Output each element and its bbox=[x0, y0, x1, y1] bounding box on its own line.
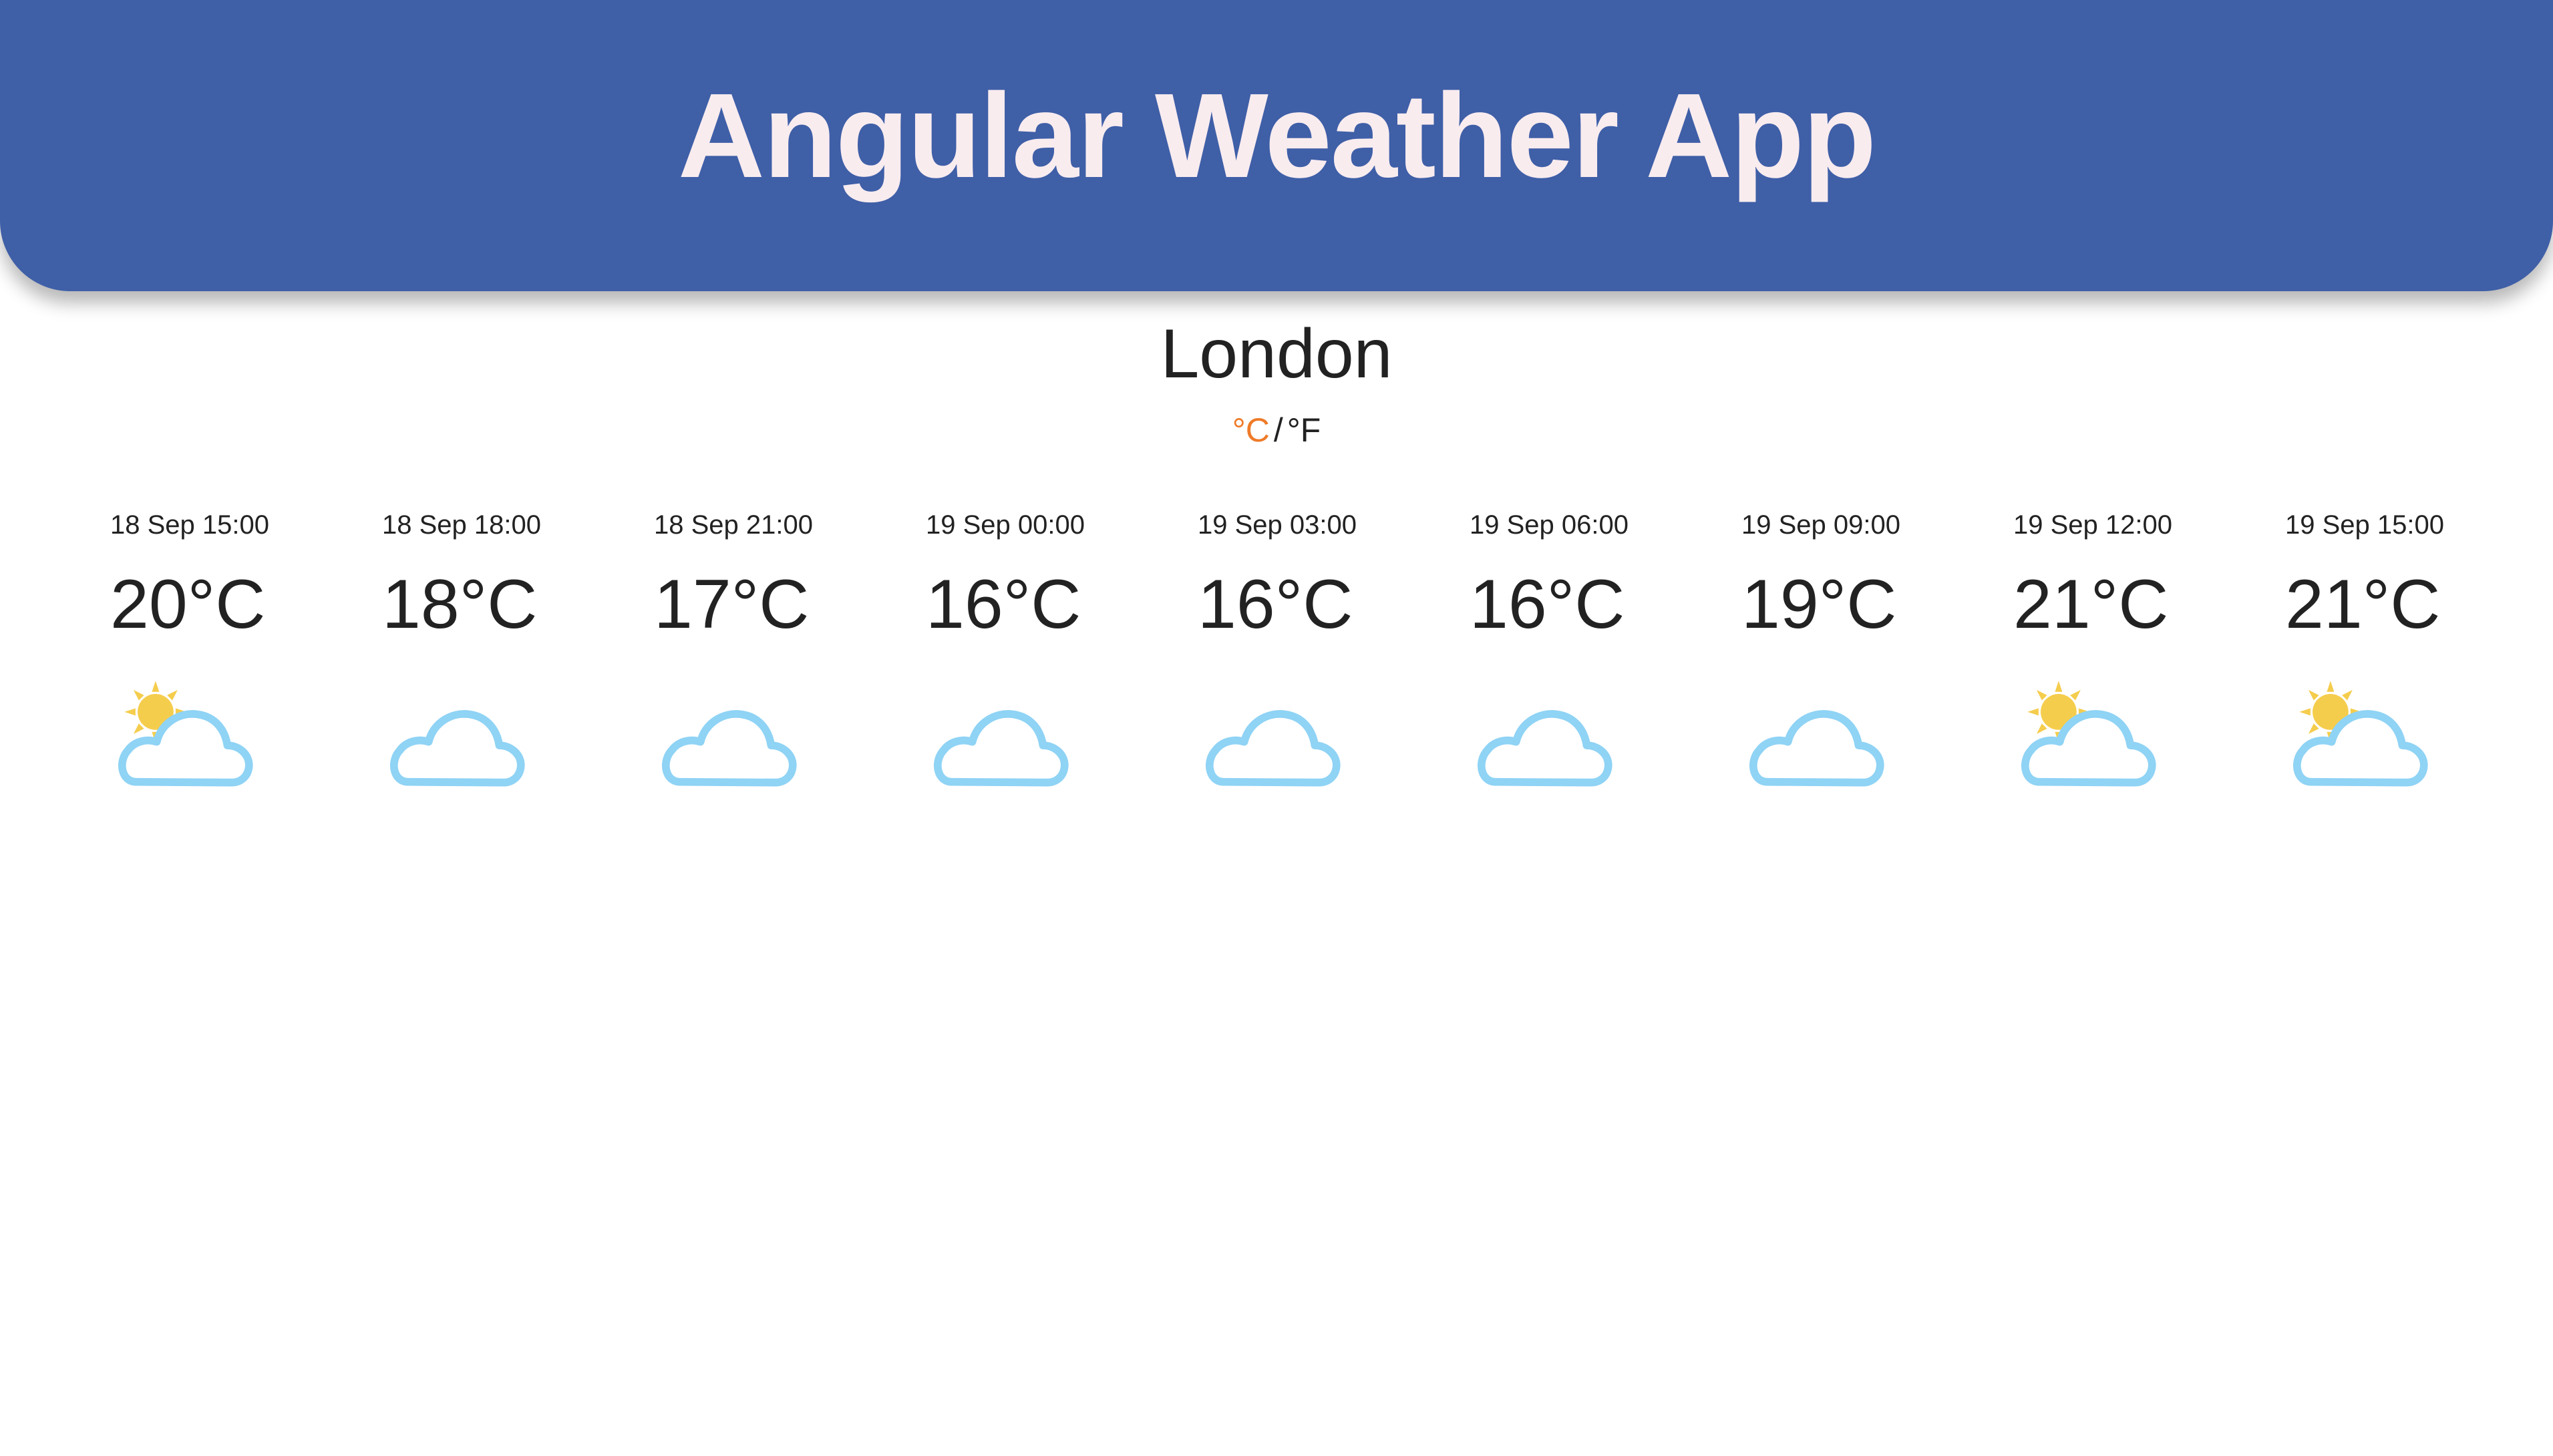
cloud-icon bbox=[929, 671, 1069, 815]
forecast-temperature: 21°C bbox=[2013, 566, 2169, 643]
forecast-temperature: 18°C bbox=[382, 566, 538, 643]
celsius-toggle[interactable]: °C bbox=[1232, 411, 1270, 449]
app-title: Angular Weather App bbox=[677, 68, 1876, 203]
partly-cloudy-icon bbox=[114, 671, 254, 815]
fahrenheit-toggle[interactable]: °F bbox=[1287, 411, 1321, 449]
weather-app: Angular Weather App London °C / °F 18 Sep … bbox=[0, 0, 2553, 1456]
partly-cloudy-icon bbox=[2017, 671, 2157, 815]
cloud-icon bbox=[657, 671, 798, 815]
unit-toggle: °C / °F bbox=[0, 409, 2553, 451]
forecast-item: 18 Sep 21:00 17°C bbox=[654, 508, 854, 822]
forecast-item: 19 Sep 00:00 16°C bbox=[926, 508, 1126, 822]
forecast-time: 19 Sep 00:00 bbox=[926, 510, 1085, 540]
forecast-temperature: 20°C bbox=[110, 566, 266, 643]
forecast-temperature: 19°C bbox=[1741, 566, 1897, 643]
cloud-icon bbox=[1201, 671, 1341, 815]
forecast-time: 19 Sep 12:00 bbox=[2013, 510, 2172, 540]
forecast-time: 19 Sep 09:00 bbox=[1741, 510, 1900, 540]
unit-separator: / bbox=[1273, 411, 1283, 449]
cloud-icon bbox=[1473, 671, 1613, 815]
forecast-time: 19 Sep 06:00 bbox=[1470, 510, 1629, 540]
forecast-item: 18 Sep 15:00 20°C bbox=[110, 508, 311, 822]
partly-cloudy-icon bbox=[2288, 671, 2429, 815]
cloud-icon bbox=[1745, 671, 1885, 815]
forecast-item: 19 Sep 12:00 21°C bbox=[2013, 508, 2214, 822]
forecast-item: 19 Sep 06:00 16°C bbox=[1470, 508, 1670, 822]
cloud-icon bbox=[385, 671, 526, 815]
forecast-item: 19 Sep 15:00 21°C bbox=[2285, 508, 2486, 822]
forecast-time: 19 Sep 03:00 bbox=[1198, 510, 1357, 540]
forecast-time: 18 Sep 21:00 bbox=[654, 510, 813, 540]
app-header: Angular Weather App bbox=[0, 0, 2553, 291]
forecast-temperature: 16°C bbox=[1470, 566, 1625, 643]
forecast-temperature: 17°C bbox=[654, 566, 810, 643]
forecast-time: 18 Sep 18:00 bbox=[382, 510, 541, 540]
forecast-time: 18 Sep 15:00 bbox=[110, 510, 269, 540]
forecast-temperature: 16°C bbox=[926, 566, 1081, 643]
forecast-item: 19 Sep 09:00 19°C bbox=[1741, 508, 1942, 822]
city-name: London bbox=[1160, 315, 1393, 393]
forecast-item: 19 Sep 03:00 16°C bbox=[1198, 508, 1398, 822]
forecast-temperature: 21°C bbox=[2285, 566, 2441, 643]
forecast-temperature: 16°C bbox=[1198, 566, 1353, 643]
forecast-time: 19 Sep 15:00 bbox=[2285, 510, 2444, 540]
forecast-list: 18 Sep 15:00 20°C 18 Sep 18:00 18°C 18 S… bbox=[110, 508, 2553, 822]
forecast-item: 18 Sep 18:00 18°C bbox=[382, 508, 582, 822]
